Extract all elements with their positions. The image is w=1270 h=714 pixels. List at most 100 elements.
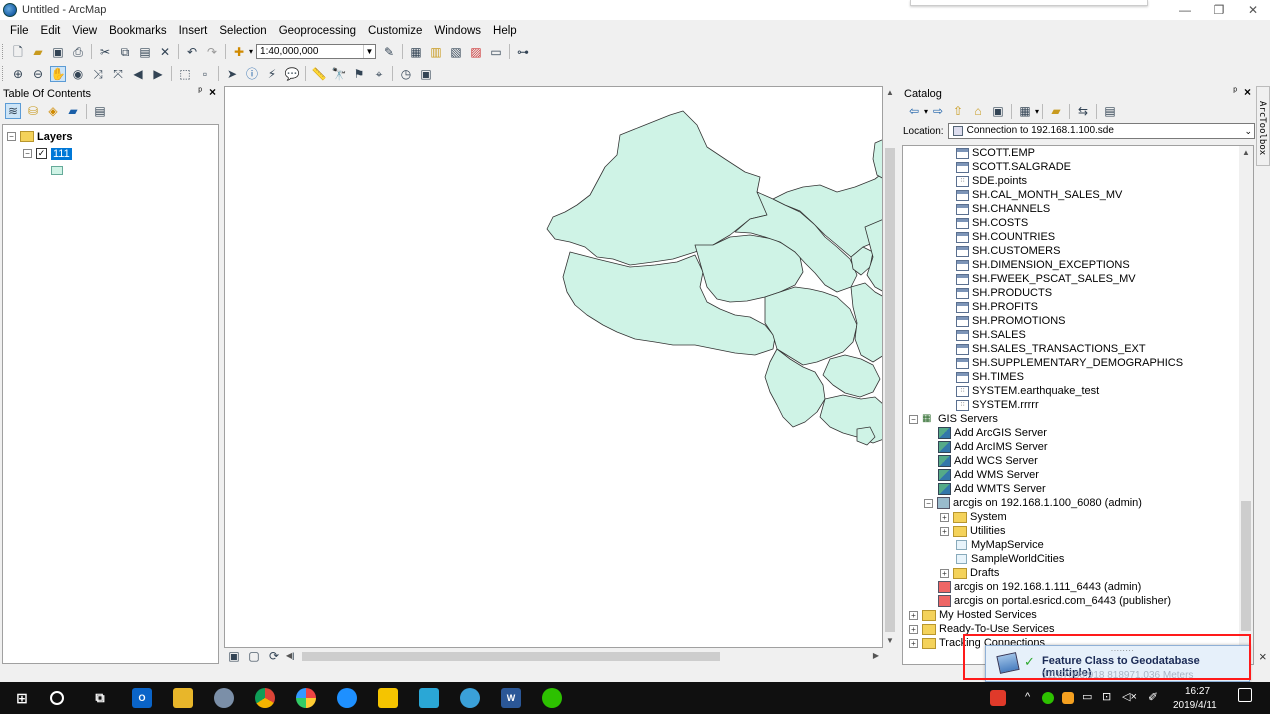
chevron-down-icon[interactable]: ⌄ bbox=[1244, 124, 1252, 138]
catalog-item[interactable]: SH.FWEEK_PSCAT_SALES_MV bbox=[956, 272, 1136, 286]
menu-view[interactable]: View bbox=[66, 21, 103, 41]
scrollbar-thumb[interactable] bbox=[302, 652, 720, 661]
forward-arrow-icon[interactable]: ⇨ bbox=[930, 103, 946, 119]
refresh-icon[interactable]: ⟳ bbox=[266, 648, 282, 664]
paint-app-icon[interactable] bbox=[214, 688, 234, 708]
expand-icon[interactable]: + bbox=[940, 512, 949, 522]
catalog-item[interactable]: ∷ SYSTEM.earthquake_test bbox=[956, 384, 1099, 398]
catalog-close-button[interactable]: × bbox=[1244, 85, 1251, 99]
undo-icon[interactable]: ↶ bbox=[184, 44, 200, 60]
html-popup-icon[interactable]: 💬 bbox=[284, 66, 300, 82]
catalog-item[interactable]: SH.DIMENSION_EXCEPTIONS bbox=[956, 258, 1130, 272]
menu-edit[interactable]: Edit bbox=[35, 21, 67, 41]
chrome-icon[interactable] bbox=[255, 688, 275, 708]
menu-windows[interactable]: Windows bbox=[428, 21, 487, 41]
find-icon[interactable]: 🔭 bbox=[331, 66, 347, 82]
table-of-contents-icon[interactable]: ▦ bbox=[408, 44, 424, 60]
find-route-icon[interactable]: ⚑ bbox=[351, 66, 367, 82]
restore-button[interactable]: ❐ bbox=[1202, 0, 1236, 20]
python-window-icon[interactable]: ▭ bbox=[488, 44, 504, 60]
arctoolbox-side-tab[interactable]: ArcToolbox bbox=[1256, 86, 1270, 166]
map-vertical-scrollbar[interactable]: ▲ ▼ bbox=[883, 86, 897, 648]
print-icon[interactable]: ⎙ bbox=[70, 44, 86, 60]
catalog-item[interactable]: Add WCS Server bbox=[938, 454, 1038, 468]
catalog-item[interactable]: SH.SUPPLEMENTARY_DEMOGRAPHICS bbox=[956, 356, 1183, 370]
list-by-selection-icon[interactable]: ▰ bbox=[65, 103, 81, 119]
collapse-icon[interactable]: − bbox=[924, 498, 933, 508]
catalog-item[interactable]: SH.COUNTRIES bbox=[956, 230, 1055, 244]
catalog-item[interactable]: + Utilities bbox=[940, 524, 1005, 538]
identify-icon[interactable]: ⓘ bbox=[244, 66, 260, 82]
catalog-item[interactable]: SH.PROFITS bbox=[956, 300, 1038, 314]
task-view-icon[interactable]: ⧉ bbox=[90, 688, 110, 708]
go-to-xy-icon[interactable]: ⌖ bbox=[371, 66, 387, 82]
layer-visibility-checkbox[interactable]: ✓ bbox=[36, 148, 47, 159]
fixed-zoom-in-icon[interactable]: ⤨ bbox=[90, 66, 106, 82]
zoom-out-icon[interactable]: ⊖ bbox=[30, 66, 46, 82]
catalog-item[interactable]: Add WMTS Server bbox=[938, 482, 1046, 496]
collapse-icon[interactable]: − bbox=[909, 414, 918, 424]
layer-symbol-row[interactable] bbox=[51, 163, 63, 178]
notification-close-button[interactable]: × bbox=[1259, 649, 1267, 664]
view-options-icon[interactable]: ▦ bbox=[1017, 103, 1033, 119]
tray-overflow-icon[interactable]: ^ bbox=[1025, 691, 1030, 703]
toc-close-button[interactable]: × bbox=[209, 85, 216, 99]
full-extent-icon[interactable]: ◉ bbox=[70, 66, 86, 82]
windows-start-icon[interactable]: ⊞ bbox=[12, 688, 32, 708]
word-icon[interactable]: W bbox=[501, 688, 521, 708]
hyperlink-icon[interactable]: ⚡ bbox=[264, 66, 280, 82]
delete-icon[interactable]: ✕ bbox=[157, 44, 173, 60]
catalog-item-gis-servers[interactable]: − ▦ GIS Servers bbox=[909, 412, 998, 426]
wechat-icon[interactable] bbox=[542, 688, 562, 708]
collapse-icon[interactable]: − bbox=[23, 149, 32, 158]
layer-name[interactable]: 111 bbox=[51, 147, 72, 160]
menu-bookmarks[interactable]: Bookmarks bbox=[103, 21, 173, 41]
editor-toolbar-icon[interactable]: ✎ bbox=[381, 44, 397, 60]
back-arrow-icon[interactable]: ⇦ bbox=[906, 103, 922, 119]
back-arrow-icon[interactable]: ◀ bbox=[130, 66, 146, 82]
scroll-down-icon[interactable]: ▼ bbox=[883, 634, 897, 648]
catalog-item[interactable]: Add ArcGIS Server bbox=[938, 426, 1047, 440]
catalog-item[interactable]: SCOTT.EMP bbox=[956, 146, 1035, 160]
catalog-item[interactable]: SH.CAL_MONTH_SALES_MV bbox=[956, 188, 1122, 202]
minimize-button[interactable]: — bbox=[1168, 0, 1202, 20]
cut-icon[interactable]: ✂ bbox=[97, 44, 113, 60]
layer-fill-swatch[interactable] bbox=[51, 166, 63, 175]
arcmap-taskbar-icon[interactable] bbox=[460, 688, 480, 708]
add-data-dropdown-icon[interactable]: ▾ bbox=[249, 47, 253, 56]
search-window-icon[interactable]: ▧ bbox=[448, 44, 464, 60]
menu-customize[interactable]: Customize bbox=[362, 21, 428, 41]
time-slider-icon[interactable]: ◷ bbox=[398, 66, 414, 82]
open-folder-icon[interactable]: ▰ bbox=[30, 44, 46, 60]
catalog-item[interactable]: SampleWorldCities bbox=[956, 552, 1064, 566]
pin-icon[interactable]: ᵖ bbox=[198, 86, 202, 97]
select-features-icon[interactable]: ⬚ bbox=[177, 66, 193, 82]
catalog-item[interactable]: SH.COSTS bbox=[956, 216, 1028, 230]
map-horizontal-scrollbar[interactable]: ◀ ▶ bbox=[286, 650, 879, 662]
chevron-down-icon[interactable]: ▾ bbox=[924, 107, 928, 116]
photos-app-icon[interactable] bbox=[296, 688, 316, 708]
collapse-icon[interactable]: − bbox=[7, 132, 16, 141]
catalog-item[interactable]: ∷ SDE.points bbox=[956, 174, 1027, 188]
save-icon[interactable]: ▣ bbox=[50, 44, 66, 60]
catalog-item[interactable]: SH.PROMOTIONS bbox=[956, 314, 1066, 328]
expand-icon[interactable]: + bbox=[940, 526, 949, 536]
data-view-icon[interactable]: ▣ bbox=[226, 648, 242, 664]
catalog-item[interactable]: ∷ SYSTEM.rrrrr bbox=[956, 398, 1039, 412]
new-document-icon[interactable]: 🗋 bbox=[10, 44, 26, 60]
scrollbar-thumb[interactable] bbox=[885, 148, 895, 632]
clear-selection-icon[interactable]: ▫ bbox=[197, 66, 213, 82]
expand-icon[interactable]: + bbox=[909, 638, 918, 648]
catalog-menu-icon[interactable]: ▤ bbox=[1102, 103, 1118, 119]
catalog-item[interactable]: Add ArcIMS Server bbox=[938, 440, 1048, 454]
toc-options-icon[interactable]: ▤ bbox=[92, 103, 108, 119]
toolbar-grip[interactable] bbox=[2, 66, 5, 81]
catalog-item[interactable]: SCOTT.SALGRADE bbox=[956, 160, 1071, 174]
file-explorer-icon[interactable] bbox=[173, 688, 193, 708]
clock-time[interactable]: 16:27 bbox=[1185, 686, 1210, 697]
pin-icon[interactable]: ᵖ bbox=[1233, 86, 1237, 97]
catalog-item[interactable]: SH.SALES bbox=[956, 328, 1026, 342]
model-builder-icon[interactable]: ⊶ bbox=[515, 44, 531, 60]
catalog-item-server-100[interactable]: − arcgis on 192.168.1.100_6080 (admin) bbox=[924, 496, 1142, 510]
map-canvas[interactable] bbox=[225, 87, 883, 648]
